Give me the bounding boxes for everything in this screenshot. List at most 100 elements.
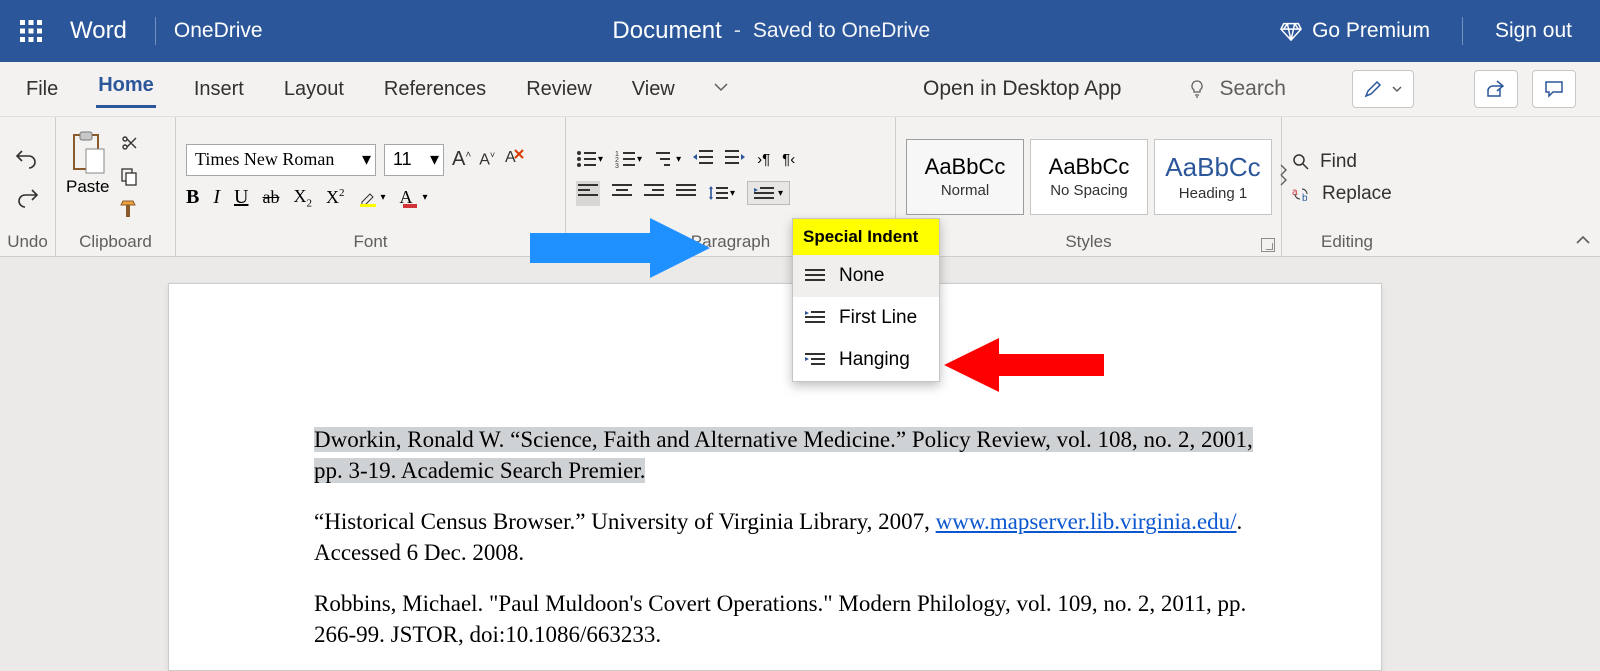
tab-file[interactable]: File xyxy=(24,74,60,105)
page-margin-tab[interactable] xyxy=(1381,314,1382,350)
superscript-button[interactable]: X2 xyxy=(326,187,345,208)
tab-overflow-icon[interactable] xyxy=(713,78,729,101)
comments-button[interactable] xyxy=(1532,70,1576,108)
undo-button[interactable] xyxy=(14,147,40,174)
style-no-spacing[interactable]: AaBbCc No Spacing xyxy=(1030,139,1148,215)
svg-text:b: b xyxy=(1302,193,1308,203)
tab-insert[interactable]: Insert xyxy=(192,74,246,105)
justify-button[interactable] xyxy=(676,183,696,204)
align-left-button[interactable] xyxy=(576,181,600,206)
style-normal[interactable]: AaBbCc Normal xyxy=(906,139,1024,215)
align-right-icon xyxy=(644,183,664,199)
citation-text: “Historical Census Browser.” University … xyxy=(314,509,936,534)
editing-mode-dropdown[interactable] xyxy=(1352,70,1414,108)
group-label-clipboard: Clipboard xyxy=(66,230,165,254)
strikethrough-button[interactable]: ab xyxy=(262,187,279,208)
group-label-undo: Undo xyxy=(10,230,45,254)
menu-item-none[interactable]: None xyxy=(793,255,939,297)
style-sample: AaBbCc xyxy=(1049,154,1130,180)
menu-item-hanging[interactable]: Hanging xyxy=(793,339,939,381)
copy-button[interactable] xyxy=(119,166,139,191)
font-name-combo[interactable]: Times New Roman▾ xyxy=(186,144,376,176)
tab-home[interactable]: Home xyxy=(96,70,156,108)
clear-format-icon: A xyxy=(503,146,525,168)
number-list-icon: 123 xyxy=(615,150,635,168)
menu-item-label: Hanging xyxy=(839,349,910,371)
italic-button[interactable]: I xyxy=(213,186,220,209)
subscript-button[interactable]: X2 xyxy=(293,186,312,210)
chevron-down-icon: ▾ xyxy=(778,188,783,199)
bold-button[interactable]: B xyxy=(186,186,199,209)
line-spacing-button[interactable]: ▾ xyxy=(708,184,735,202)
style-sample: AaBbCc xyxy=(1165,152,1260,183)
share-button[interactable] xyxy=(1474,70,1518,108)
style-name-label: Heading 1 xyxy=(1179,185,1247,202)
menu-item-first-line[interactable]: First Line xyxy=(793,297,939,339)
save-status[interactable]: Saved to OneDrive xyxy=(753,19,930,43)
numbering-button[interactable]: 123▾ xyxy=(615,150,642,168)
paste-button[interactable]: Paste xyxy=(66,131,109,197)
chevron-down-icon: ▾ xyxy=(730,188,735,199)
replace-icon: ab xyxy=(1292,185,1312,203)
app-name[interactable]: Word xyxy=(62,17,145,45)
highlight-button[interactable]: ▾ xyxy=(358,188,385,208)
bullet-list-icon xyxy=(576,150,596,168)
paste-label: Paste xyxy=(66,177,109,197)
citation-paragraph[interactable]: Dworkin, Ronald W. “Science, Faith and A… xyxy=(314,424,1281,486)
style-heading-1[interactable]: AaBbCc Heading 1 xyxy=(1154,139,1272,215)
document-name[interactable]: Document xyxy=(612,17,721,45)
collapse-ribbon-button[interactable] xyxy=(1574,233,1592,252)
app-launcher-icon[interactable] xyxy=(0,20,62,42)
replace-button[interactable]: ab Replace xyxy=(1292,183,1392,205)
selected-text: pp. 3-19. Academic Search Premier. xyxy=(314,458,645,483)
special-indent-menu: Special Indent None First Line Hanging xyxy=(792,218,940,382)
font-color-button[interactable]: A▾ xyxy=(400,187,428,208)
tab-view[interactable]: View xyxy=(630,74,677,105)
styles-dialog-launcher[interactable] xyxy=(1261,238,1275,252)
copy-icon xyxy=(119,166,139,186)
sign-out-link[interactable]: Sign out xyxy=(1495,19,1572,43)
multilevel-list-button[interactable]: ▾ xyxy=(654,150,681,168)
format-painter-button[interactable] xyxy=(119,199,139,224)
search-icon xyxy=(1292,153,1310,171)
multilevel-list-icon xyxy=(654,150,674,168)
citation-paragraph[interactable]: Robbins, Michael. "Paul Muldoon's Covert… xyxy=(314,588,1281,650)
redo-button[interactable] xyxy=(14,186,40,213)
align-center-button[interactable] xyxy=(612,183,632,204)
chevron-down-icon: ▾ xyxy=(430,149,439,170)
styles-more-button[interactable] xyxy=(1278,159,1292,194)
document-page[interactable]: Dworkin, Ronald W. “Science, Faith and A… xyxy=(168,283,1382,671)
clear-formatting-button[interactable]: A xyxy=(503,146,525,173)
ltr-direction-button[interactable]: ›¶ xyxy=(757,151,770,168)
highlighter-icon xyxy=(358,188,378,208)
citation-paragraph[interactable]: “Historical Census Browser.” University … xyxy=(314,506,1281,568)
chevron-down-icon: ▾ xyxy=(380,192,385,203)
rtl-direction-button[interactable]: ¶‹ xyxy=(782,151,795,168)
open-in-desktop-app[interactable]: Open in Desktop App xyxy=(923,77,1121,101)
find-button[interactable]: Find xyxy=(1292,151,1392,173)
selected-text: Dworkin, Ronald W. “Science, Faith and A… xyxy=(314,427,1253,452)
grow-font-button[interactable]: A˄ xyxy=(452,148,471,171)
shrink-font-button[interactable]: A˅ xyxy=(479,150,495,169)
bullets-button[interactable]: ▾ xyxy=(576,150,603,168)
special-indent-button[interactable]: ▾ xyxy=(747,181,790,205)
tab-references[interactable]: References xyxy=(382,74,488,105)
align-left-icon xyxy=(578,183,598,199)
cut-button[interactable] xyxy=(119,133,139,158)
underline-button[interactable]: U xyxy=(234,186,248,209)
align-right-button[interactable] xyxy=(644,183,664,204)
find-label: Find xyxy=(1320,151,1357,173)
onedrive-location[interactable]: OneDrive xyxy=(166,19,263,43)
font-size-combo[interactable]: 11▾ xyxy=(384,144,444,176)
outdent-icon xyxy=(693,148,713,166)
style-name-label: Normal xyxy=(941,182,989,199)
citation-link[interactable]: www.mapserver.lib.virginia.edu/ xyxy=(936,509,1237,534)
increase-indent-button[interactable] xyxy=(725,148,745,171)
decrease-indent-button[interactable] xyxy=(693,148,713,171)
search-box[interactable]: Search xyxy=(1187,77,1286,101)
tab-review[interactable]: Review xyxy=(524,74,594,105)
lightbulb-icon xyxy=(1187,79,1207,99)
go-premium-button[interactable]: Go Premium xyxy=(1280,19,1430,43)
red-arrow-annotation xyxy=(944,338,1104,392)
tab-layout[interactable]: Layout xyxy=(282,74,346,105)
